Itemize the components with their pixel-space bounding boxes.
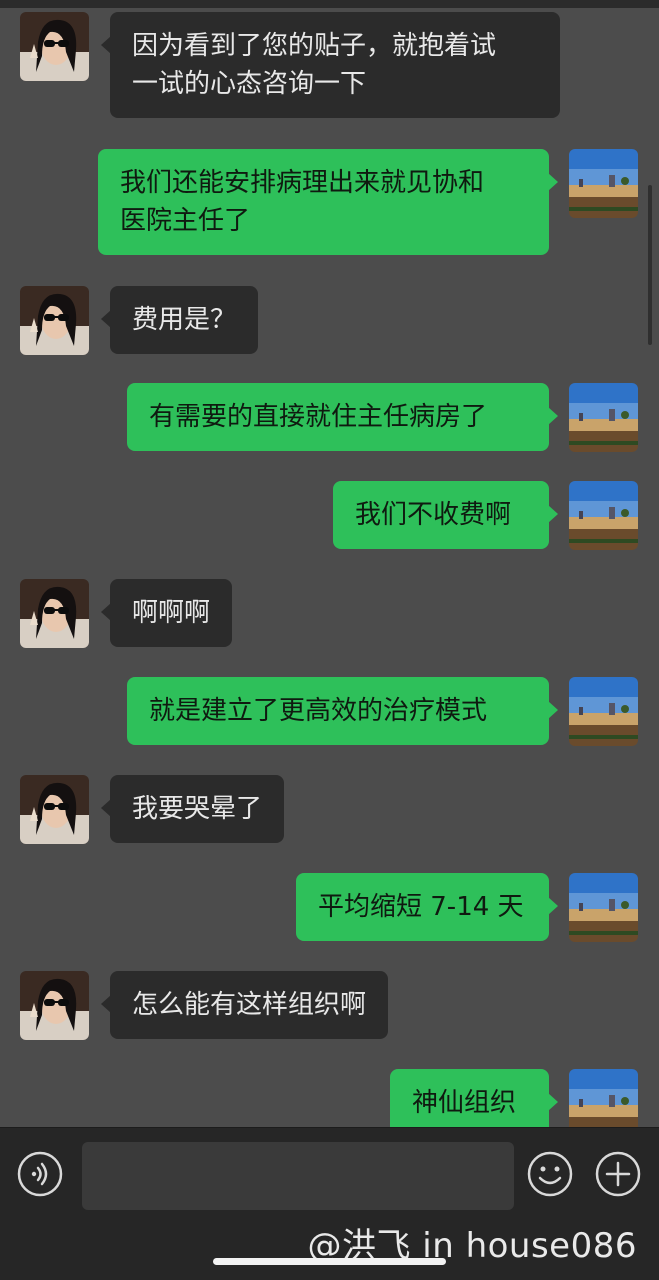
contact-avatar[interactable] (20, 971, 89, 1040)
message-text: 我要哭晕了 (132, 794, 263, 824)
message-text: 神仙组织 (412, 1088, 517, 1118)
message-text: 医院主任了 (120, 206, 251, 236)
contact-avatar[interactable] (20, 579, 89, 648)
message-text: 一试的心态咨询一下 (132, 69, 367, 99)
message-text: 啊啊啊 (132, 598, 211, 628)
contact-avatar[interactable] (20, 12, 89, 81)
message-bubble-outgoing[interactable]: 有需要的直接就住主任病房了 (127, 383, 558, 451)
own-avatar[interactable] (569, 873, 638, 942)
smiley-icon[interactable] (527, 1151, 573, 1197)
message-bubble-incoming[interactable]: 费用是？ (100, 286, 259, 354)
message-input[interactable] (82, 1142, 514, 1210)
message-bubble-outgoing[interactable]: 我们不收费啊 (333, 481, 558, 549)
scrollbar[interactable] (648, 185, 652, 345)
contact-avatar[interactable] (20, 286, 89, 355)
message-text: 因为看到了您的贴子，就抱着试 (132, 31, 497, 61)
message-bubble-incoming[interactable]: 怎么能有这样组织啊 (100, 971, 389, 1039)
message-bubble-incoming[interactable]: 啊啊啊 (100, 579, 233, 647)
message-text: 怎么能有这样组织啊 (132, 990, 367, 1020)
own-avatar[interactable] (569, 383, 638, 452)
message-text: 就是建立了更高效的治疗模式 (149, 696, 488, 726)
home-indicator[interactable] (213, 1258, 446, 1265)
contact-avatar[interactable] (20, 775, 89, 844)
message-bubble-outgoing[interactable]: 我们还能安排病理出来就见协和 医院主任了 (98, 149, 558, 255)
message-text: 我们不收费啊 (355, 500, 512, 530)
plus-circle-icon[interactable] (595, 1151, 641, 1197)
message-text: 我们还能安排病理出来就见协和 (120, 168, 485, 198)
message-bubble-outgoing[interactable]: 平均缩短 7-14 天 (296, 873, 558, 941)
message-bubble-incoming[interactable]: 我要哭晕了 (100, 775, 285, 843)
own-avatar[interactable] (569, 149, 638, 218)
own-avatar[interactable] (569, 677, 638, 746)
message-bubble-outgoing[interactable]: 就是建立了更高效的治疗模式 (127, 677, 558, 745)
chat-screen: 因为看到了您的贴子，就抱着试 一试的心态咨询一下 我们还能安排病理出来就见协和 … (0, 0, 659, 1280)
message-text: 平均缩短 7-14 天 (318, 892, 524, 922)
own-avatar[interactable] (569, 481, 638, 550)
message-bubble-incoming[interactable]: 因为看到了您的贴子，就抱着试 一试的心态咨询一下 (101, 12, 560, 118)
message-text: 有需要的直接就住主任病房了 (149, 402, 488, 432)
voice-wave-icon[interactable] (17, 1151, 63, 1197)
status-bar-edge (0, 0, 659, 8)
message-text: 费用是？ (132, 305, 237, 335)
